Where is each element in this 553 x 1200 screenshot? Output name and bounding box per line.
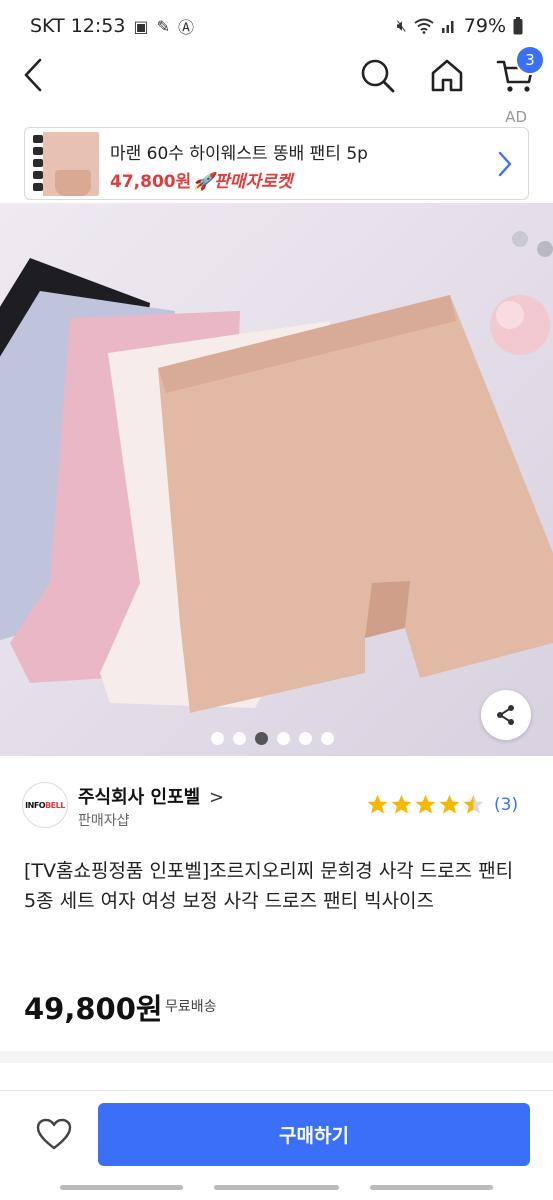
search-icon[interactable] bbox=[358, 56, 396, 94]
image-icon: ▣ bbox=[133, 16, 149, 36]
ad-label: AD bbox=[505, 108, 527, 126]
star-icon bbox=[415, 794, 436, 814]
ad-rocket-badge: 🚀판매자로켓 bbox=[193, 172, 293, 192]
a-circle-icon: Ⓐ bbox=[177, 18, 194, 37]
nav-gesture-back bbox=[370, 1185, 493, 1190]
product-photo bbox=[0, 203, 553, 756]
product-price: 49,800원 bbox=[24, 992, 163, 1026]
star-half-icon bbox=[463, 794, 484, 814]
carousel-dot[interactable] bbox=[299, 731, 312, 745]
wifi-icon bbox=[414, 18, 434, 34]
home-icon[interactable] bbox=[428, 56, 466, 94]
seller-name[interactable]: 주식회사 인포벨 bbox=[78, 783, 200, 809]
seller-logo[interactable]: INFOBELL bbox=[22, 782, 68, 828]
battery-icon bbox=[513, 17, 523, 35]
seller-type: 판매자샵 bbox=[78, 813, 130, 829]
chevron-right-icon bbox=[498, 151, 512, 177]
carousel-dot-active[interactable] bbox=[255, 731, 268, 745]
shipping-info: 무료배송 bbox=[165, 999, 217, 1015]
product-image[interactable] bbox=[0, 203, 553, 756]
signal-icon bbox=[441, 21, 454, 33]
ad-banner[interactable]: 마랜 60수 하이웨스트 똥배 팬티 5p 47,800원 🚀판매자로켓 bbox=[24, 127, 529, 200]
review-count[interactable]: (3) bbox=[494, 795, 518, 815]
ad-price: 47,800원 bbox=[110, 172, 192, 192]
section-divider bbox=[0, 1051, 553, 1063]
star-icon bbox=[439, 794, 460, 814]
cart-count-badge: 3 bbox=[515, 45, 545, 75]
carousel-dot[interactable] bbox=[233, 731, 246, 745]
ad-title: 마랜 60수 하이웨스트 똥배 팬티 5p bbox=[110, 144, 368, 164]
product-title: [TV홈쇼핑정품 인포벨]조르지오리찌 문희경 사각 드로즈 팬티 5종 세트 … bbox=[24, 860, 514, 912]
heart-icon bbox=[36, 1118, 72, 1150]
star-icon bbox=[391, 794, 412, 814]
mute-icon: 🔇︎ bbox=[396, 16, 407, 35]
carousel-dot[interactable] bbox=[277, 731, 290, 745]
carousel-dot[interactable] bbox=[211, 731, 224, 745]
ad-thumbnail bbox=[31, 132, 99, 196]
battery-percent: 79% bbox=[463, 15, 506, 37]
top-navigation bbox=[0, 52, 553, 98]
like-button[interactable] bbox=[32, 1112, 76, 1156]
share-icon bbox=[497, 705, 514, 725]
nav-gesture-recents bbox=[60, 1185, 183, 1190]
seller-chevron-icon[interactable]: > bbox=[209, 787, 224, 808]
share-button[interactable] bbox=[481, 690, 531, 740]
buy-button[interactable]: 구매하기 bbox=[98, 1103, 530, 1166]
status-bar: SKT 12:53 ▣ ✎ Ⓐ 🔇︎ 79% bbox=[0, 0, 553, 52]
seller-logo-text-b: BELL bbox=[45, 800, 65, 810]
carrier-time: SKT 12:53 bbox=[30, 15, 126, 37]
nav-gesture-home bbox=[214, 1185, 339, 1190]
seller-logo-text-a: INFO bbox=[25, 800, 46, 810]
carousel-indicator bbox=[0, 729, 553, 747]
assistant-icon: ✎ bbox=[156, 16, 170, 36]
carousel-dot[interactable] bbox=[321, 731, 334, 745]
back-icon[interactable] bbox=[18, 56, 52, 94]
star-icon bbox=[367, 794, 388, 814]
rating[interactable]: (3) bbox=[366, 793, 518, 816]
